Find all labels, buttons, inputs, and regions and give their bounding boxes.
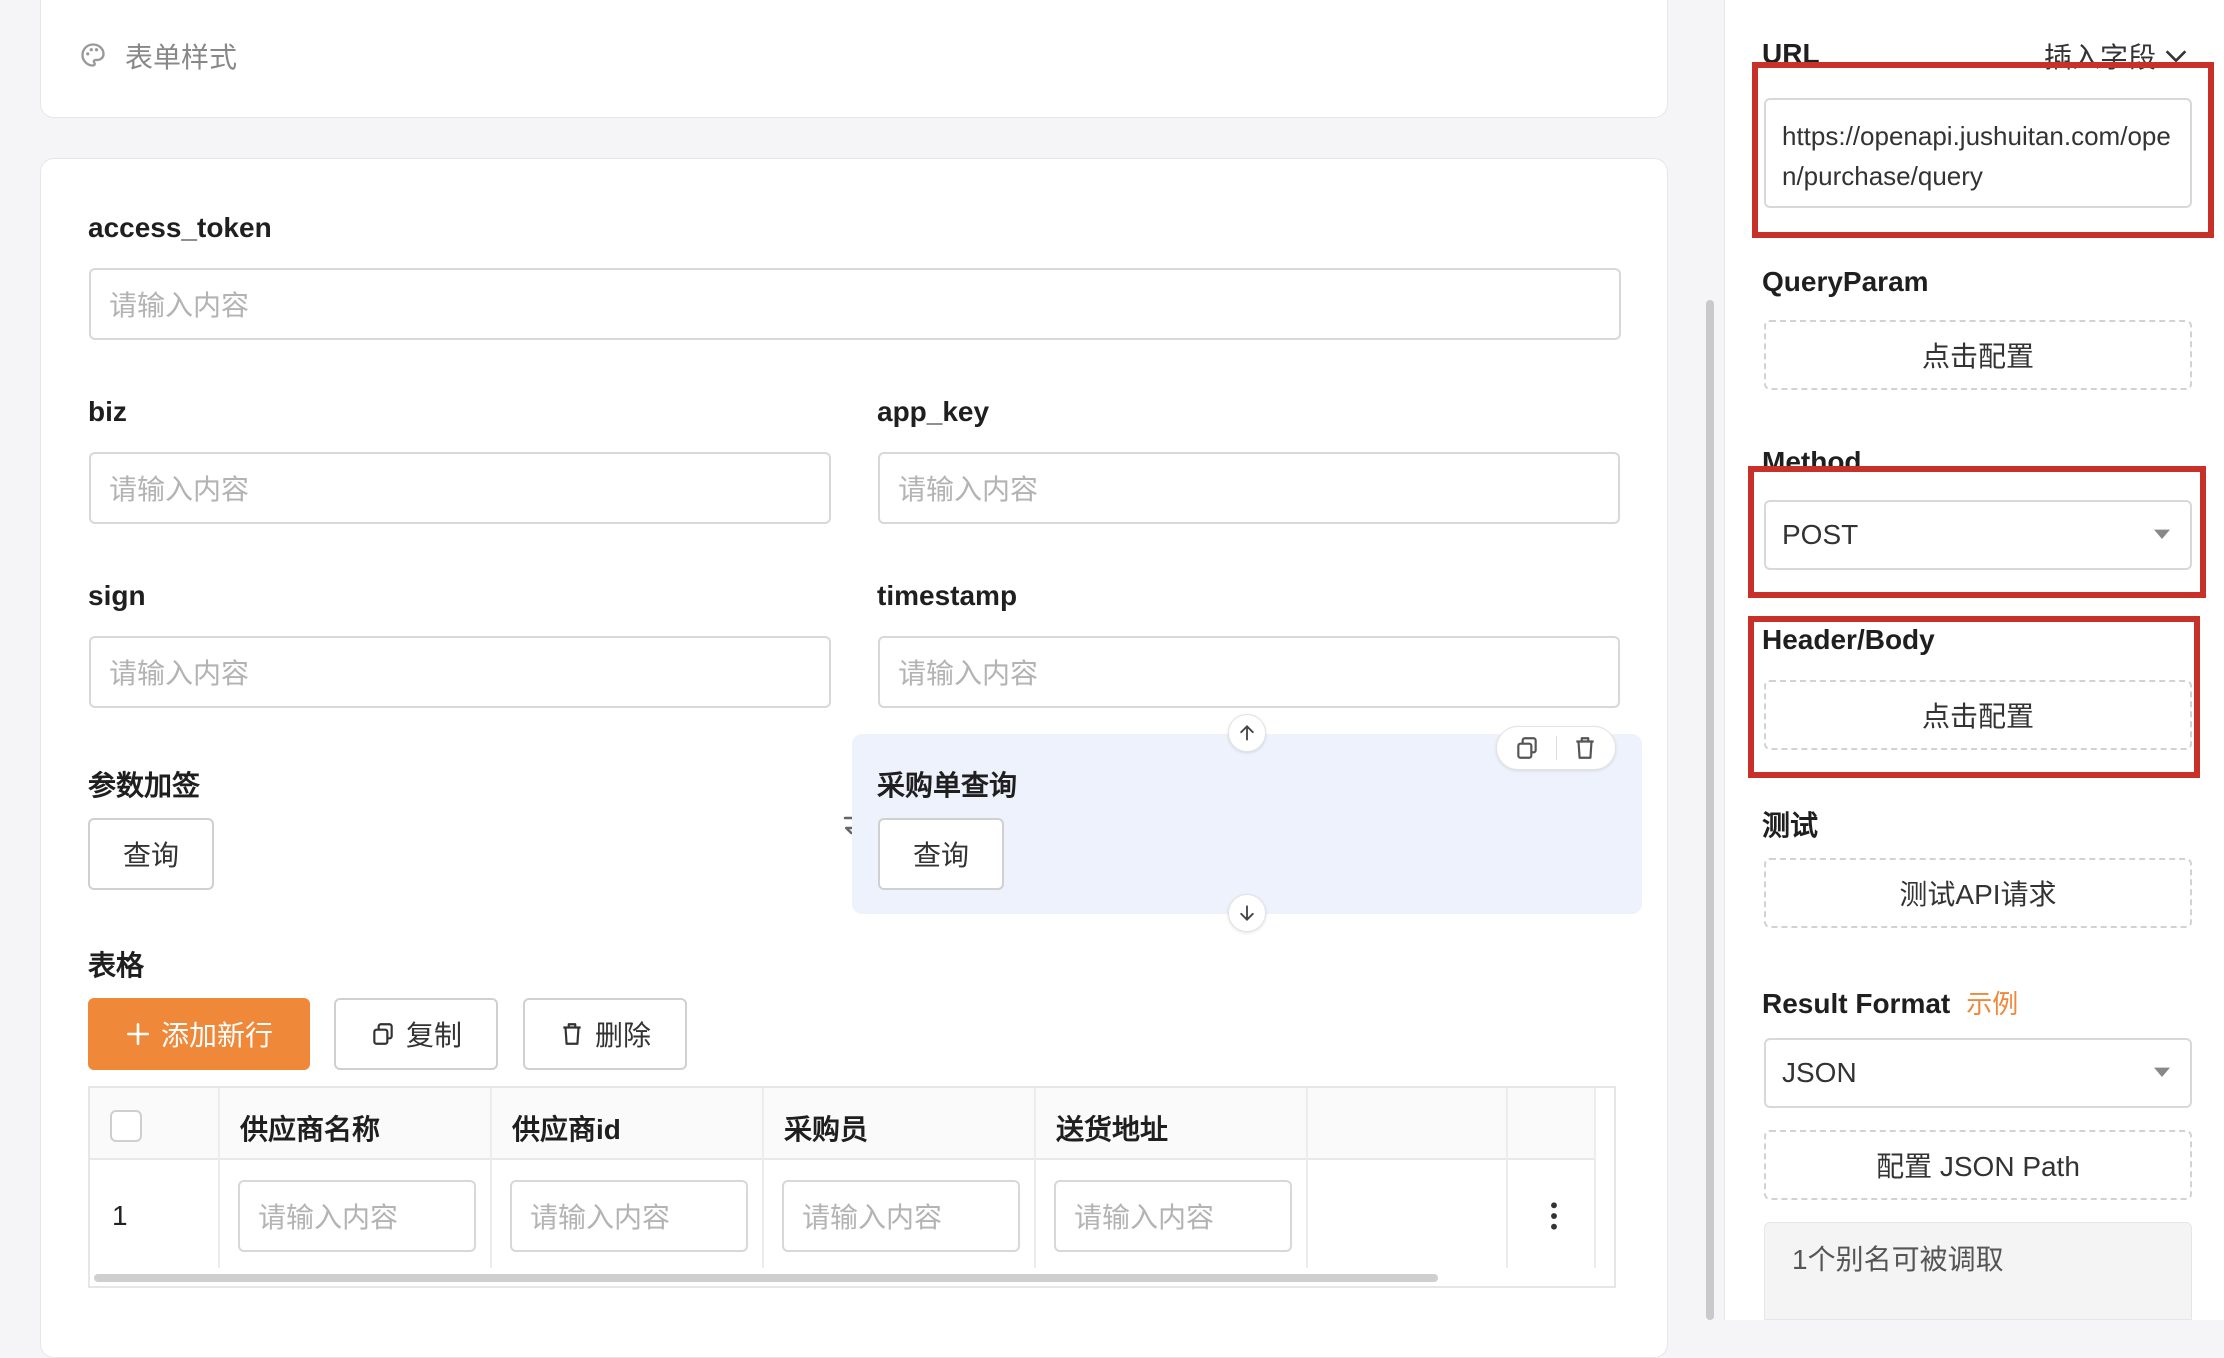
copy-rows-button[interactable]: 复制 (334, 998, 498, 1070)
result-format-select[interactable]: JSON (1764, 1038, 2192, 1108)
access-token-label: access_token (88, 212, 272, 243)
json-path-config-button[interactable]: 配置 JSON Path (1764, 1130, 2192, 1200)
biz-label: biz (88, 396, 127, 427)
row-more-icon[interactable] (1540, 1200, 1568, 1232)
table-cell-input[interactable]: 请输入内容 (782, 1180, 1020, 1252)
result-format-example-link[interactable]: 示例 (1966, 984, 2018, 1021)
alias-text: 1个别名可被调取 (1792, 1244, 2004, 1275)
table-header-cell: 供应商id (512, 1114, 621, 1145)
col-sep (1594, 1088, 1596, 1268)
palette-icon (79, 41, 107, 69)
copy-icon (373, 1023, 393, 1045)
purchase-query-label: 采购单查询 (877, 770, 1018, 801)
col-sep (218, 1088, 220, 1268)
block-divider (1556, 736, 1557, 760)
test-api-button[interactable]: 测试API请求 (1764, 858, 2192, 928)
top-card: 表单样式 (40, 0, 1668, 118)
col-sep (762, 1088, 764, 1268)
access-token-input[interactable]: 请输入内容 (89, 268, 1621, 340)
add-row-label: 添加新行 (160, 1020, 273, 1051)
timestamp-input[interactable]: 请输入内容 (878, 636, 1620, 708)
query-param-label: QueryParam (1762, 266, 1929, 297)
col-sep (1034, 1088, 1036, 1268)
delete-rows-label: 删除 (594, 1020, 651, 1051)
result-format-label: Result Format (1762, 988, 1951, 1019)
table-header-cell: 供应商名称 (240, 1114, 381, 1145)
header-body-highlight-box (1748, 616, 2200, 778)
page-scrollbar[interactable] (1706, 300, 1714, 1320)
move-down-button[interactable] (1228, 894, 1266, 932)
table-cell-input[interactable]: 请输入内容 (510, 1180, 748, 1252)
sign-label: sign (88, 580, 146, 611)
copy-rows-label: 复制 (405, 1020, 462, 1051)
table-label: 表格 (88, 950, 145, 981)
biz-input[interactable]: 请输入内容 (89, 452, 831, 524)
trash-icon (563, 1023, 581, 1045)
select-all-checkbox[interactable] (110, 1110, 142, 1142)
trash-icon[interactable] (1572, 735, 1598, 761)
plus-icon (126, 1022, 150, 1046)
app-key-input[interactable]: 请输入内容 (878, 452, 1620, 524)
col-sep (490, 1088, 492, 1268)
param-sign-label: 参数加签 (88, 770, 201, 801)
table-header-cell: 送货地址 (1056, 1114, 1169, 1145)
result-format-title: Result Format 示例 (1762, 984, 2018, 1021)
copy-icon[interactable] (1514, 735, 1540, 761)
add-row-button[interactable]: 添加新行 (88, 998, 310, 1070)
table-cell-input[interactable]: 请输入内容 (1054, 1180, 1292, 1252)
sign-input[interactable]: 请输入内容 (89, 636, 831, 708)
col-sep (1506, 1088, 1508, 1268)
col-sep (1306, 1088, 1308, 1268)
caret-down-icon (2154, 1067, 2170, 1077)
row-index: 1 (112, 1200, 128, 1231)
move-up-button[interactable] (1228, 714, 1266, 752)
table-scrollbar[interactable] (94, 1274, 1438, 1282)
result-format-value: JSON (1782, 1057, 1857, 1088)
delete-rows-button[interactable]: 删除 (523, 998, 687, 1070)
purchase-query-button[interactable]: 查询 (878, 818, 1004, 890)
url-highlight-box (1752, 62, 2214, 238)
table-header-cell: 采购员 (784, 1114, 869, 1145)
app-key-label: app_key (877, 396, 990, 427)
query-param-config-button[interactable]: 点击配置 (1764, 320, 2192, 390)
test-label: 测试 (1762, 810, 1819, 841)
timestamp-label: timestamp (877, 580, 1018, 611)
method-highlight-box (1748, 466, 2206, 598)
param-sign-query-button[interactable]: 查询 (88, 818, 214, 890)
form-style-label[interactable]: 表单样式 (125, 36, 237, 76)
table-cell-input[interactable]: 请输入内容 (238, 1180, 476, 1252)
